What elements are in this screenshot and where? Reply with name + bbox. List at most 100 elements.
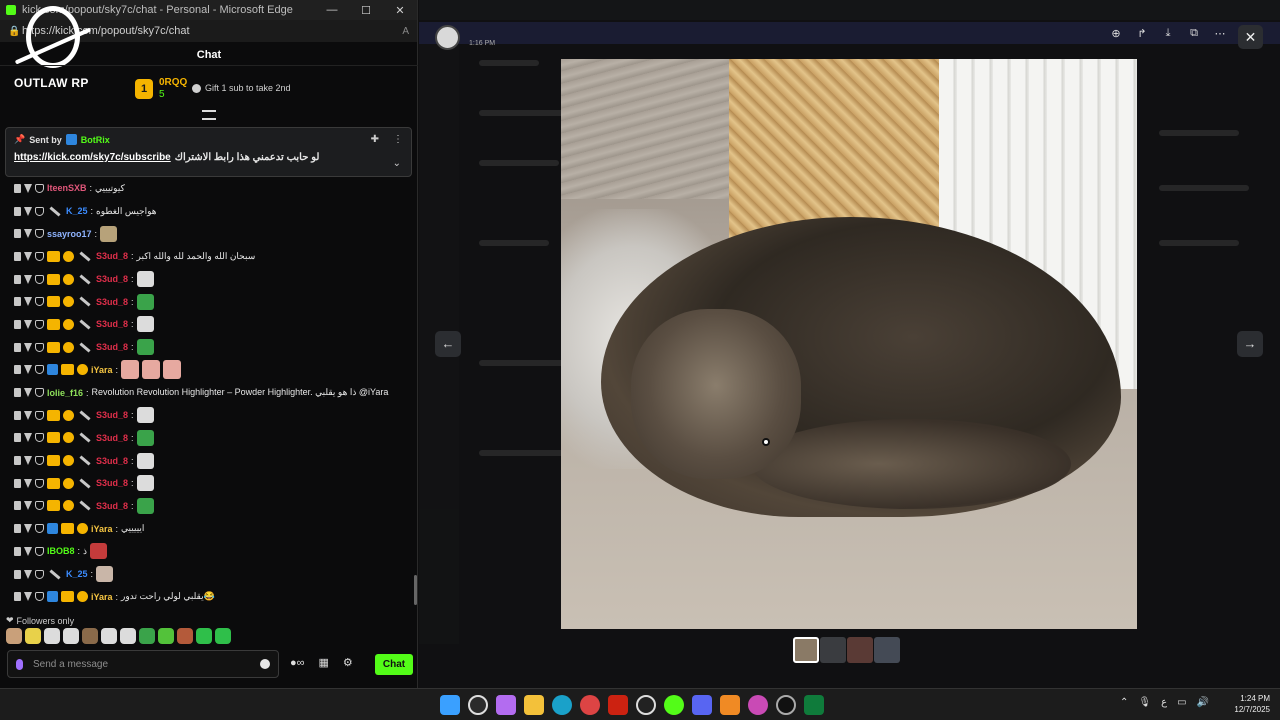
message-username[interactable]: lolie_f16	[47, 388, 83, 398]
message-username[interactable]: IBOB8	[47, 546, 75, 556]
chrome-icon[interactable]	[580, 695, 600, 715]
chat-message[interactable]: iYara:	[0, 359, 414, 382]
chat-message[interactable]: K_25: هواجيس الغطوه	[0, 200, 414, 223]
ban-icon[interactable]	[35, 501, 44, 511]
close-window-button[interactable]: ✕	[383, 4, 417, 17]
network-icon[interactable]: ▭	[1177, 697, 1186, 708]
delete-message-icon[interactable]	[14, 274, 21, 284]
zoom-in-icon[interactable]: ⊕	[1109, 27, 1123, 40]
next-image-button[interactable]: →	[1237, 331, 1263, 357]
message-username[interactable]: S3ud_8	[96, 501, 128, 511]
delete-message-icon[interactable]	[14, 319, 21, 329]
maximize-button[interactable]: ☐	[349, 4, 383, 17]
message-username[interactable]: S3ud_8	[96, 251, 128, 261]
ban-icon[interactable]	[35, 251, 44, 261]
file-explorer-icon[interactable]	[524, 695, 544, 715]
settings-icon[interactable]: ⚙	[343, 656, 353, 669]
message-emote[interactable]	[121, 360, 140, 380]
read-aloud-icon[interactable]: A	[402, 26, 409, 37]
ban-icon[interactable]	[35, 297, 44, 307]
delete-message-icon[interactable]	[14, 433, 21, 443]
message-emote[interactable]	[136, 475, 154, 492]
chat-message[interactable]: S3ud_8:	[0, 290, 414, 313]
message-emote[interactable]	[136, 407, 154, 424]
thumbnail-item[interactable]	[820, 637, 846, 663]
chat-message[interactable]: iYara: ايييييي	[0, 517, 414, 540]
message-emote[interactable]	[100, 225, 118, 242]
message-emote[interactable]	[136, 497, 154, 514]
message-username[interactable]: IteenSXB	[47, 183, 87, 193]
minimize-button[interactable]: —	[315, 4, 349, 16]
unpin-icon[interactable]: ✚	[371, 134, 379, 145]
ban-icon[interactable]	[35, 206, 44, 216]
timeout-icon[interactable]	[24, 297, 32, 307]
mic-tray-icon[interactable]: 🎙	[1138, 697, 1151, 708]
ban-icon[interactable]	[35, 319, 44, 329]
close-viewer-button[interactable]: ✕	[1238, 25, 1263, 49]
microphone-icon[interactable]	[16, 658, 23, 670]
emote-button[interactable]	[139, 628, 155, 644]
message-username[interactable]: S3ud_8	[96, 342, 128, 352]
delete-message-icon[interactable]	[14, 592, 21, 602]
gift-sub-prompt[interactable]: Gift 1 sub to take 2nd	[192, 83, 291, 93]
delete-message-icon[interactable]	[14, 365, 21, 375]
subscribe-link[interactable]: https://kick.com/sky7c/subscribe	[14, 152, 171, 163]
timeout-icon[interactable]	[24, 183, 32, 193]
chat-message[interactable]: S3ud_8:	[0, 404, 414, 427]
emote-button[interactable]	[63, 628, 79, 644]
kick-icon[interactable]	[664, 695, 684, 715]
emote-button[interactable]	[44, 628, 60, 644]
chat-scrollbar[interactable]	[414, 575, 417, 605]
timeout-icon[interactable]	[24, 433, 32, 443]
message-username[interactable]: S3ud_8	[96, 297, 128, 307]
timeout-icon[interactable]	[24, 456, 32, 466]
delete-message-icon[interactable]	[14, 388, 21, 398]
delete-message-icon[interactable]	[14, 546, 21, 556]
collapse-leaderboard-icon[interactable]	[202, 110, 216, 120]
message-username[interactable]: S3ud_8	[96, 456, 128, 466]
app-icon[interactable]	[720, 695, 740, 715]
message-emote[interactable]	[96, 566, 114, 583]
language-indicator[interactable]: ع	[1161, 697, 1167, 708]
message-emote[interactable]	[136, 316, 154, 333]
message-emote[interactable]	[90, 543, 108, 560]
message-username[interactable]: S3ud_8	[96, 319, 128, 329]
message-username[interactable]: iYara	[91, 592, 113, 602]
download-icon[interactable]: ⤓	[1161, 27, 1175, 40]
app-icon[interactable]	[804, 695, 824, 715]
message-username[interactable]: S3ud_8	[96, 274, 128, 284]
app-icon[interactable]	[608, 695, 628, 715]
message-input[interactable]: Send a message	[7, 650, 279, 678]
timeout-icon[interactable]	[24, 592, 32, 602]
emote-button[interactable]	[101, 628, 117, 644]
message-username[interactable]: iYara	[91, 524, 113, 534]
ban-icon[interactable]	[35, 229, 44, 239]
forward-icon[interactable]: ↱	[1135, 27, 1149, 40]
chat-message[interactable]: S3ud_8:	[0, 449, 414, 472]
timeout-icon[interactable]	[24, 388, 32, 398]
emote-button[interactable]	[158, 628, 174, 644]
message-emote[interactable]	[136, 271, 154, 288]
rewards-icon[interactable]: ▦	[319, 656, 329, 669]
thumbnail-item[interactable]	[847, 637, 873, 663]
thumbnail-item[interactable]	[793, 637, 819, 663]
message-username[interactable]: S3ud_8	[96, 478, 128, 488]
ban-icon[interactable]	[35, 410, 44, 420]
ban-icon[interactable]	[35, 569, 44, 579]
chat-message[interactable]: S3ud_8:	[0, 268, 414, 291]
expand-pinned-icon[interactable]: ⌄	[393, 158, 401, 169]
chat-message[interactable]: S3ud_8:	[0, 313, 414, 336]
timeout-icon[interactable]	[24, 342, 32, 352]
top-gifter[interactable]: 1 0RQQ 5	[135, 77, 187, 101]
delete-message-icon[interactable]	[14, 569, 21, 579]
more-icon[interactable]: ⋯	[1213, 27, 1227, 40]
previous-image-button[interactable]: ←	[435, 331, 461, 357]
message-username[interactable]: S3ud_8	[96, 433, 128, 443]
ban-icon[interactable]	[35, 524, 44, 534]
timeout-icon[interactable]	[24, 478, 32, 488]
chat-message[interactable]: S3ud_8:	[0, 427, 414, 450]
chat-message[interactable]: IteenSXB: كيوتيييي	[0, 177, 414, 200]
message-emote[interactable]	[136, 429, 154, 446]
chat-message[interactable]: IBOB8: ذ	[0, 540, 414, 563]
start-icon[interactable]	[440, 695, 460, 715]
